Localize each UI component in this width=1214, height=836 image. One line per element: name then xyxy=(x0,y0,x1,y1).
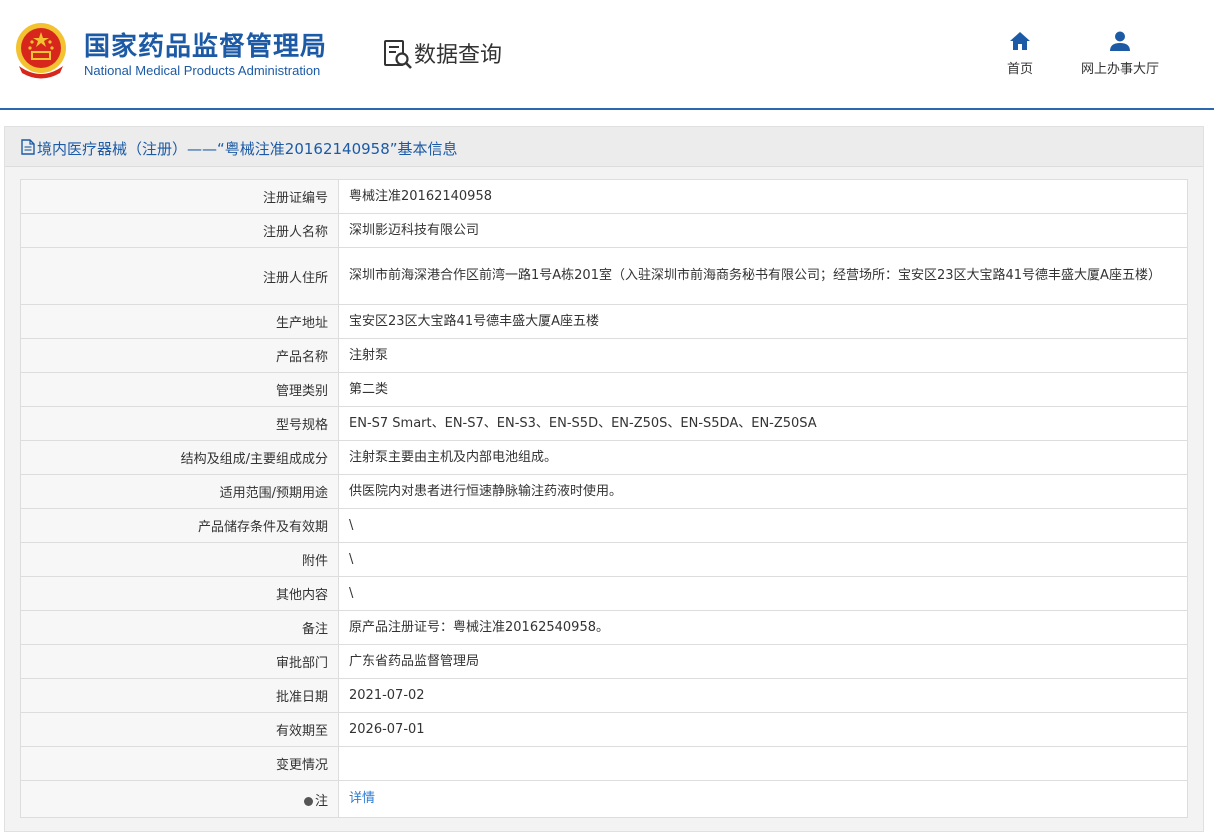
detail-panel: 境内医疗器械（注册）——“粤械注准20162140958”基本信息 注册证编号 … xyxy=(4,126,1204,832)
row-value: 宝安区23区大宝路41号德丰盛大厦A座五楼 xyxy=(338,304,1188,339)
table-row: 注册人住所 深圳市前海深港合作区前湾一路1号A栋201室（入驻深圳市前海商务秘书… xyxy=(20,247,1188,305)
row-value: 粤械注准20162140958 xyxy=(338,179,1188,214)
nav-online-service-hall-label: 网上办事大厅 xyxy=(1080,62,1159,77)
site-header: 国家药品监督管理局 National Medical Products Admi… xyxy=(0,0,1214,108)
row-label: 批准日期 xyxy=(20,678,339,713)
row-label: 注册人名称 xyxy=(20,213,339,248)
document-icon xyxy=(21,139,35,155)
row-value: EN-S7 Smart、EN-S7、EN-S3、EN-S5D、EN-Z50S、E… xyxy=(338,406,1188,441)
row-label: 生产地址 xyxy=(20,304,339,339)
row-label: 注册证编号 xyxy=(20,179,339,214)
details-link[interactable]: 详情 xyxy=(349,791,375,806)
nav-home[interactable]: 首页 xyxy=(998,30,1042,77)
table-row: 审批部门 广东省药品监督管理局 xyxy=(20,644,1188,679)
row-label: 其他内容 xyxy=(20,576,339,611)
home-icon xyxy=(1010,32,1030,50)
nav-online-service-hall[interactable]: 网上办事大厅 xyxy=(1070,30,1170,77)
table-row: 结构及组成/主要组成成分 注射泵主要由主机及内部电池组成。 xyxy=(20,440,1188,475)
row-value: 第二类 xyxy=(338,372,1188,407)
row-value: 深圳市前海深港合作区前湾一路1号A栋201室（入驻深圳市前海商务秘书有限公司；经… xyxy=(338,247,1188,305)
row-value: 原产品注册证号：粤械注准20162540958。 xyxy=(338,610,1188,645)
table-row: 附件 \ xyxy=(20,542,1188,577)
table-row: 批准日期 2021-07-02 xyxy=(20,678,1188,713)
table-row: 管理类别 第二类 xyxy=(20,372,1188,407)
table-row: 有效期至 2026-07-01 xyxy=(20,712,1188,747)
data-query-title: 数据查询 xyxy=(414,43,503,68)
table-row: 注册人名称 深圳影迈科技有限公司 xyxy=(20,213,1188,248)
row-label: 备注 xyxy=(20,610,339,645)
row-label-note: 注 xyxy=(20,780,339,818)
row-value: \ xyxy=(338,542,1188,577)
row-value: 2026-07-01 xyxy=(338,712,1188,747)
row-value: 广东省药品监督管理局 xyxy=(338,644,1188,679)
table-row: 变更情况 xyxy=(20,746,1188,781)
logo-english-name: National Medical Products Administration xyxy=(84,63,321,78)
row-value: 2021-07-02 xyxy=(338,678,1188,713)
note-label: 注 xyxy=(314,793,328,809)
row-value: 详情 xyxy=(338,780,1188,818)
header-divider xyxy=(0,108,1214,110)
row-label: 有效期至 xyxy=(20,712,339,747)
row-label: 产品名称 xyxy=(20,338,339,373)
panel-title-bar: 境内医疗器械（注册）——“粤械注准20162140958”基本信息 xyxy=(5,127,1203,167)
panel-title: 境内医疗器械（注册）——“粤械注准20162140958”基本信息 xyxy=(37,140,458,158)
row-value: \ xyxy=(338,576,1188,611)
table-row: 适用范围/预期用途 供医院内对患者进行恒速静脉输注药液时使用。 xyxy=(20,474,1188,509)
data-query-icon xyxy=(384,40,412,69)
row-value: 注射泵 xyxy=(338,338,1188,373)
row-label: 型号规格 xyxy=(20,406,339,441)
table-row: 其他内容 \ xyxy=(20,576,1188,611)
row-label: 管理类别 xyxy=(20,372,339,407)
row-value: 供医院内对患者进行恒速静脉输注药液时使用。 xyxy=(338,474,1188,509)
table-row: 备注 原产品注册证号：粤械注准20162540958。 xyxy=(20,610,1188,645)
table-row: 产品储存条件及有效期 \ xyxy=(20,508,1188,543)
pin-icon xyxy=(303,796,313,806)
row-label: 变更情况 xyxy=(20,746,339,781)
table-row: 注册证编号 粤械注准20162140958 xyxy=(20,179,1188,214)
user-icon xyxy=(1110,31,1130,51)
row-value: 深圳影迈科技有限公司 xyxy=(338,213,1188,248)
table-row: 型号规格 EN-S7 Smart、EN-S7、EN-S3、EN-S5D、EN-Z… xyxy=(20,406,1188,441)
table-row: 产品名称 注射泵 xyxy=(20,338,1188,373)
row-value xyxy=(338,746,1188,781)
national-emblem-icon xyxy=(16,23,66,79)
logo-chinese-name: 国家药品监督管理局 xyxy=(84,32,328,62)
row-label: 适用范围/预期用途 xyxy=(20,474,339,509)
row-label: 结构及组成/主要组成成分 xyxy=(20,440,339,475)
nav-home-label: 首页 xyxy=(1006,62,1033,77)
row-label: 附件 xyxy=(20,542,339,577)
row-label: 注册人住所 xyxy=(20,247,339,305)
table-row: 注 详情 xyxy=(20,780,1188,818)
row-label: 产品储存条件及有效期 xyxy=(20,508,339,543)
registration-info-table: 注册证编号 粤械注准20162140958 注册人名称 深圳影迈科技有限公司 注… xyxy=(20,179,1188,818)
row-label: 审批部门 xyxy=(20,644,339,679)
row-value: 注射泵主要由主机及内部电池组成。 xyxy=(338,440,1188,475)
table-row: 生产地址 宝安区23区大宝路41号德丰盛大厦A座五楼 xyxy=(20,304,1188,339)
row-value: \ xyxy=(338,508,1188,543)
